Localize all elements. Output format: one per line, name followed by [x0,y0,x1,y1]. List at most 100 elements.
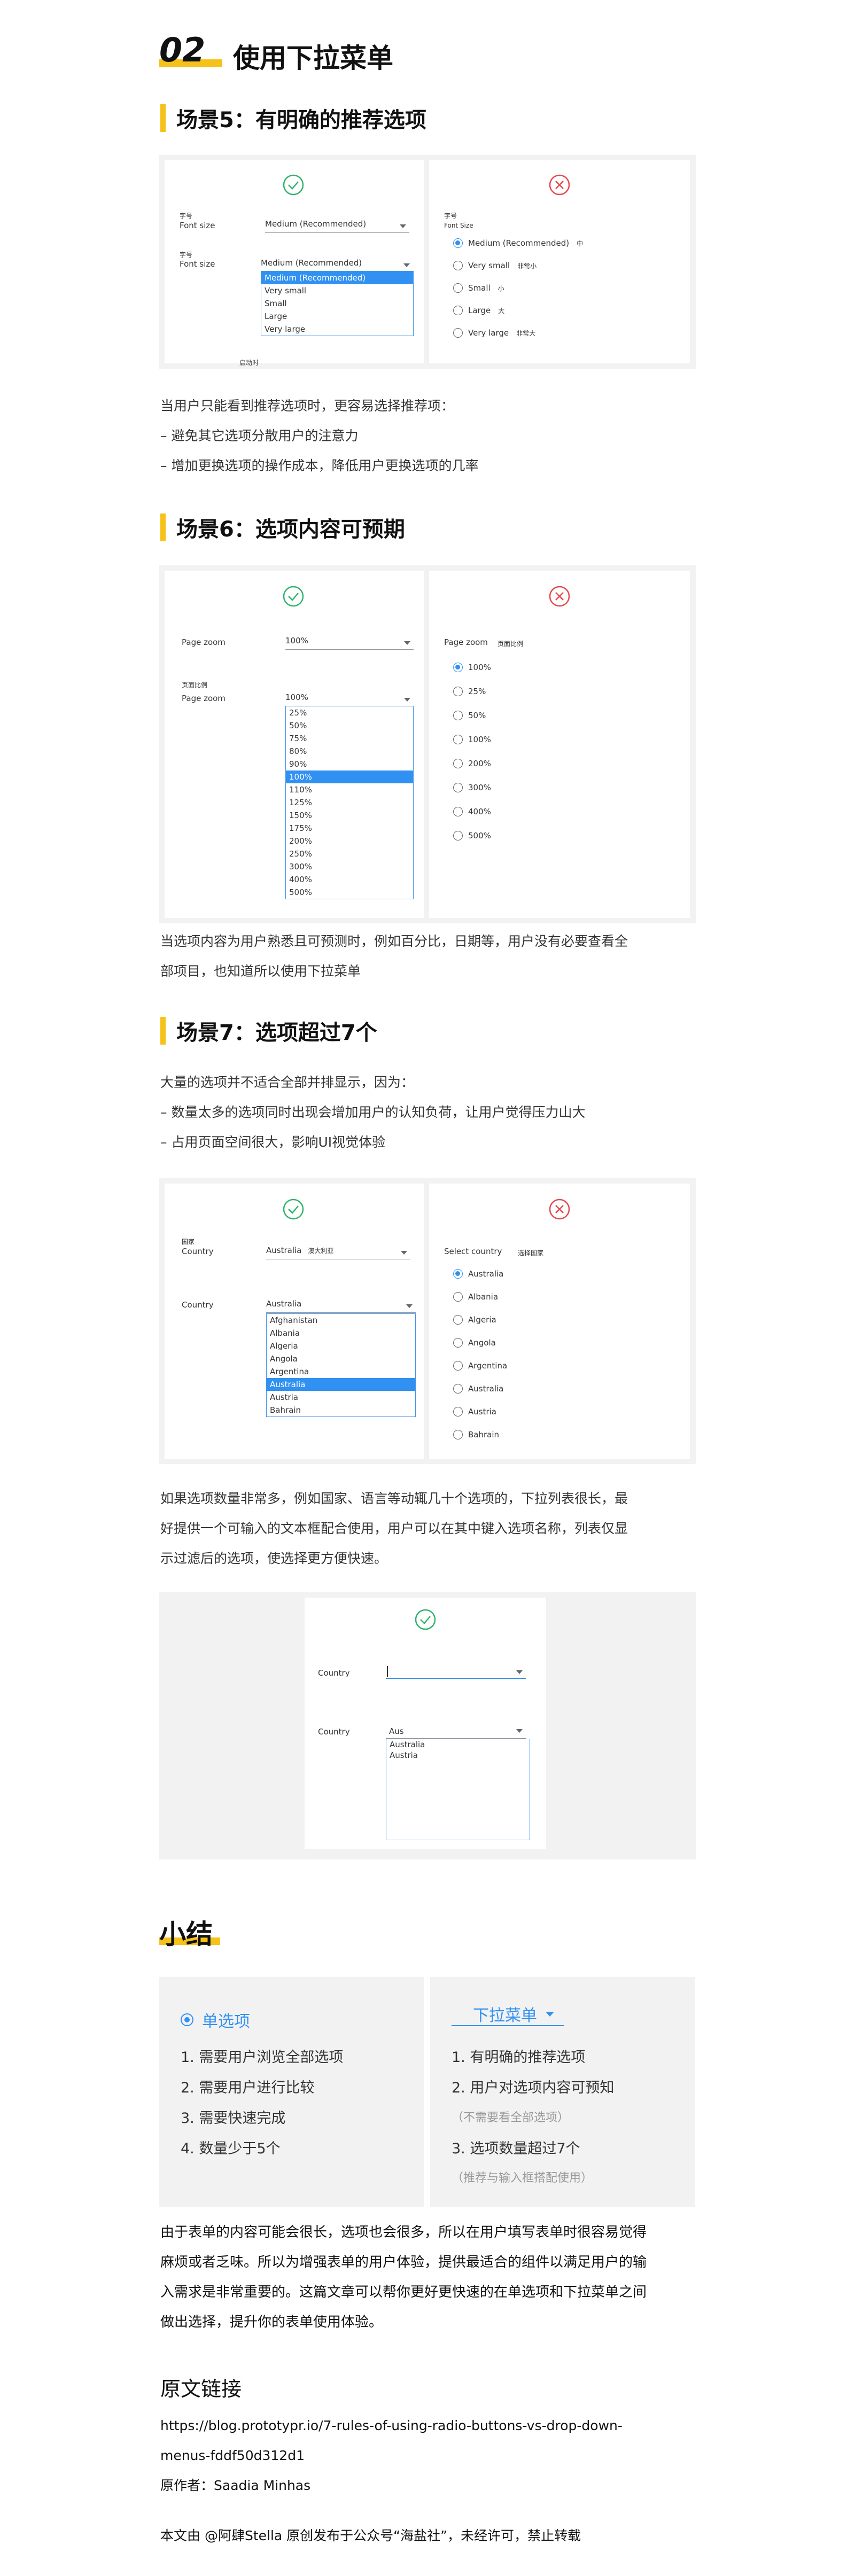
radio-option[interactable]: 50% [453,711,486,720]
radio-option[interactable]: Very large 非常大 [453,328,535,338]
dropdown-option[interactable]: Very small [261,284,413,297]
radio-option[interactable]: 500% [453,831,491,840]
dropdown-option[interactable]: Bahrain [267,1404,415,1417]
combo-label-2: Country [318,1727,350,1737]
check-icon [415,1609,436,1630]
dropdown-option[interactable]: Albania [267,1327,415,1340]
radio-label: 100% [468,735,491,744]
radio-label-cn: 大 [498,307,505,315]
cross-icon [549,586,570,607]
radio-label: Angola [468,1338,496,1348]
radio-icon [453,1361,463,1371]
dropdown-option[interactable]: 250% [286,847,413,860]
dropdown-option[interactable]: Austria [386,1750,530,1761]
dropdown-option[interactable]: 500% [286,886,413,899]
radio-option[interactable]: Albania [453,1292,498,1302]
dropdown-option[interactable]: 90% [286,758,413,771]
dropdown-option[interactable]: Small [261,297,413,310]
radio-label: 400% [468,807,491,816]
source-url-line[interactable]: https://blog.prototypr.io/7-rules-of-usi… [160,2411,695,2441]
text-line: 如果选项数量非常多，例如国家、语言等动辄几十个选项的，下拉列表很长，最 [160,1491,628,1506]
radio-option[interactable]: 300% [453,783,491,792]
chevron-down-icon [406,1304,413,1308]
chevron-down-icon [516,1729,523,1733]
dropdown-option[interactable]: 25% [286,706,413,719]
dropdown-option[interactable]: Angola [267,1352,415,1365]
chevron-down-icon [401,1251,407,1255]
radio-icon [453,783,463,792]
radio-icon [453,711,463,720]
radio-option[interactable]: Angola [453,1338,496,1348]
dropdown-option[interactable]: 100% [286,771,413,783]
dropdown-option[interactable]: Australia [386,1739,530,1750]
dropdown-option[interactable]: Australia [267,1378,415,1391]
dropdown-option[interactable]: Large [261,310,413,323]
dropdown-option[interactable]: 80% [286,745,413,758]
s5-label2-en: Font size [180,259,215,269]
dropdown-option[interactable]: 75% [286,732,413,745]
radio-option[interactable]: 25% [453,687,486,696]
dropdown-option[interactable]: 110% [286,783,413,796]
radio-icon [453,1407,463,1417]
radio-option[interactable]: Medium (Recommended) 中 [453,238,583,248]
radio-option[interactable]: 100% [453,735,491,744]
radio-selected-icon [453,1269,463,1279]
dropdown-option[interactable]: 125% [286,796,413,809]
radio-option[interactable]: Argentina [453,1361,507,1371]
dropdown-option[interactable]: 175% [286,822,413,835]
text-line: 由于表单的内容可能会很长，选项也会很多，所以在用户填写表单时很容易觉得 [160,2224,647,2240]
s6-right-label-cn: 页面比例 [498,640,524,648]
text-line: 做出选择，提升你的表单使用体验。 [160,2314,383,2330]
heading-bar [160,1017,166,1045]
text-line: 大量的选项并不适合全部并排显示，因为： [160,1075,415,1090]
s5-font-select[interactable]: Medium (Recommended) [265,219,409,233]
s5-font-select-open[interactable]: Medium (Recommended) [261,258,413,272]
radio-label-cn: 非常小 [517,262,537,270]
s7-combo-panel: Country Country Aus Australia Austria [159,1592,696,1859]
radio-option[interactable]: 200% [453,759,491,768]
dropdown-option[interactable]: 50% [286,719,413,732]
radio-option[interactable]: Large 大 [453,306,504,315]
dropdown-option[interactable]: 150% [286,809,413,822]
radio-option[interactable]: Australia [453,1269,503,1279]
combo-input-typed[interactable]: Aus [386,1724,526,1739]
dropdown-option[interactable]: 400% [286,873,413,886]
dropdown-option[interactable]: Afghanistan [267,1314,415,1327]
radio-label: 200% [468,759,491,768]
s6-zoom-select[interactable]: 100% [285,636,414,650]
s6-zoom-select-open[interactable]: 100% [285,692,414,706]
dropdown-option[interactable]: 300% [286,860,413,873]
radio-label: Very small [468,261,510,270]
radio-option[interactable]: Austria [453,1407,496,1417]
dropdown-option[interactable]: 200% [286,835,413,847]
dropdown-option[interactable]: Argentina [267,1365,415,1378]
text-line: – 占用页面空间很大，影响UI视觉体验 [160,1134,386,1150]
s6-label: Page zoom [182,637,226,647]
s6-text: 当选项内容为用户熟悉且可预测时，例如百分比，日期等，用户没有必要查看全 部项目，… [160,927,695,986]
radio-label-cn: 中 [577,239,584,247]
combo-input-empty[interactable] [386,1665,526,1679]
s6-bad-card: Page zoom 页面比例 100% 25% 50% 100% 200% 30… [429,571,690,918]
radio-option[interactable]: Algeria [453,1315,496,1325]
dropdown-option[interactable]: Austria [267,1391,415,1404]
s6-select-value: 100% [285,636,308,645]
dropdown-option[interactable]: Very large [261,323,413,336]
s6-right-label-en: Page zoom [444,637,488,647]
s7-country-select[interactable]: Australia 澳大利亚 [266,1246,410,1259]
dropdown-option[interactable]: Algeria [267,1340,415,1352]
radio-option[interactable]: Bahrain [453,1430,499,1439]
radio-option[interactable]: 100% [453,663,491,672]
source-url-line[interactable]: menus-fddf50d312d1 [160,2441,695,2471]
s5-title: 场景5：有明确的推荐选项 [176,108,426,133]
text-line: – 避免其它选项分散用户的注意力 [160,428,359,443]
summary-radio-panel: 单选项 1. 需要用户浏览全部选项 2. 需要用户进行比较 3. 需要快速完成 … [159,1977,424,2207]
s5-good-card: 字号 Font size Medium (Recommended) 字号 Fon… [165,160,424,367]
s5-label2-cn: 字号 [180,251,193,259]
s7-country-select-open[interactable]: Australia [266,1299,416,1313]
radio-option[interactable]: Very small 非常小 [453,261,537,270]
radio-option[interactable]: Small 小 [453,283,504,293]
radio-option[interactable]: 400% [453,807,491,816]
dropdown-option[interactable]: Medium (Recommended) [261,271,413,284]
radio-label: Algeria [468,1315,496,1325]
radio-option[interactable]: Australia [453,1384,503,1394]
